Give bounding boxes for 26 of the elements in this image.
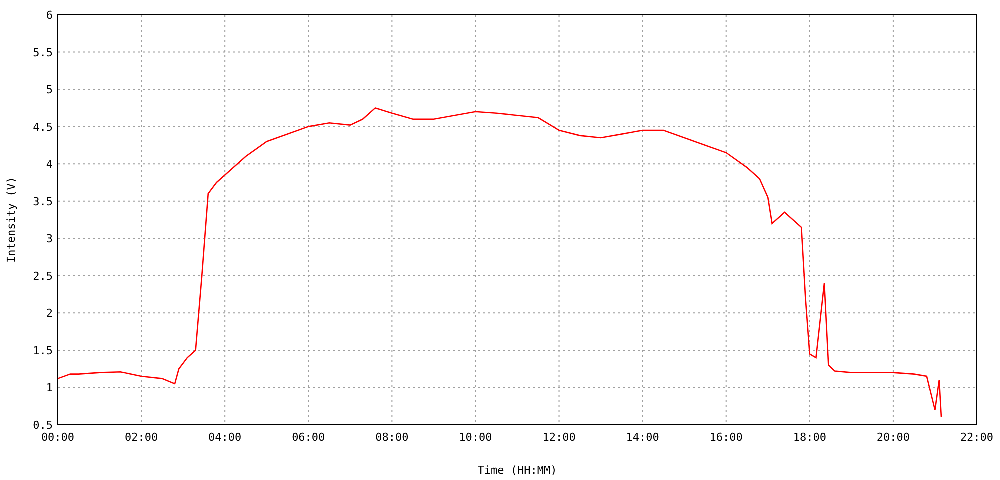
x-tick-label: 12:00 <box>542 431 576 444</box>
y-tick-label: 2 <box>46 307 53 320</box>
y-tick-label: 1.5 <box>33 344 53 358</box>
x-tick-label: 08:00 <box>376 431 409 444</box>
x-tick-label: 00:00 <box>41 431 75 444</box>
y-tick-label: 4 <box>46 158 53 172</box>
x-tick-label: 22:00 <box>960 431 994 444</box>
y-tick-label: 5 <box>46 84 53 97</box>
y-axis-title: Intensity (V) <box>5 176 18 264</box>
y-tick-label: 0.5 <box>33 419 53 432</box>
y-tick-label: 3 <box>46 232 53 246</box>
x-tick-label: 18:00 <box>793 431 826 444</box>
x-tick-label: 20:00 <box>876 431 910 444</box>
x-tick-label: 02:00 <box>124 431 158 444</box>
y-tick-label: 1 <box>46 382 53 395</box>
y-tick-label: 4.5 <box>33 120 53 134</box>
y-tick-label: 2.5 <box>33 270 53 283</box>
x-tick-label: 16:00 <box>710 431 743 444</box>
y-tick-label: 5.5 <box>33 46 53 60</box>
y-tick-label: 6 <box>46 9 53 22</box>
y-tick-label: 3.5 <box>33 195 53 208</box>
x-tick-label: 06:00 <box>292 431 326 444</box>
x-tick-label: 14:00 <box>626 431 660 444</box>
x-tick-label: 04:00 <box>208 431 242 444</box>
x-tick-label: 10:00 <box>459 431 492 444</box>
x-axis-title: Time (HH:MM) <box>478 464 558 477</box>
